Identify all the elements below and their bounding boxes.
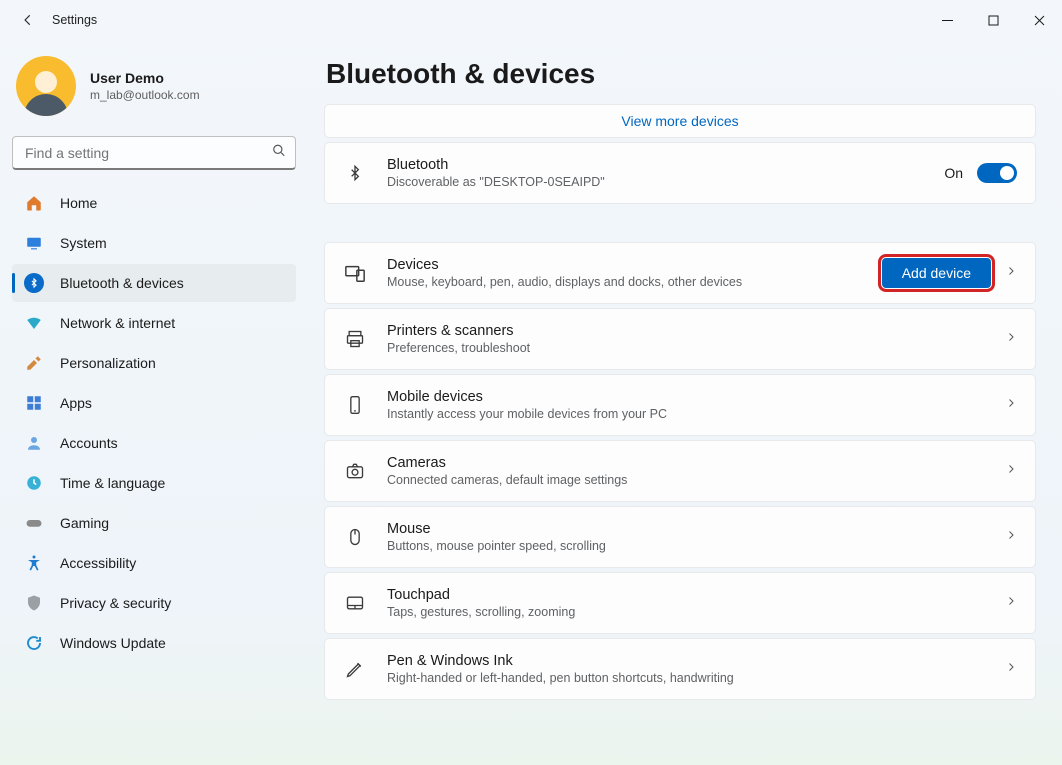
row-subtitle: Preferences, troubleshoot — [387, 341, 985, 355]
bluetooth-card: Bluetooth Discoverable as "DESKTOP-0SEAI… — [324, 142, 1036, 204]
sidebar-item-accounts[interactable]: Accounts — [12, 424, 296, 462]
row-title: Bluetooth — [387, 157, 924, 173]
bluetooth-icon — [24, 273, 44, 293]
chevron-right-icon — [1005, 330, 1017, 348]
pen-icon — [343, 657, 367, 681]
mouse-row[interactable]: Mouse Buttons, mouse pointer speed, scro… — [324, 506, 1036, 568]
sidebar-item-label: Time & language — [60, 475, 165, 491]
sidebar-item-accessibility[interactable]: Accessibility — [12, 544, 296, 582]
row-title: Pen & Windows Ink — [387, 653, 985, 669]
printer-icon — [343, 327, 367, 351]
touchpad-row[interactable]: Touchpad Taps, gestures, scrolling, zoom… — [324, 572, 1036, 634]
sidebar-item-label: Bluetooth & devices — [60, 275, 184, 291]
close-button[interactable] — [1016, 5, 1062, 35]
sidebar-item-system[interactable]: System — [12, 224, 296, 262]
row-title: Mouse — [387, 521, 985, 537]
row-subtitle: Discoverable as "DESKTOP-0SEAIPD" — [387, 175, 924, 189]
sidebar-item-label: Accounts — [60, 435, 118, 451]
home-icon — [24, 193, 44, 213]
row-subtitle: Mouse, keyboard, pen, audio, displays an… — [387, 275, 862, 289]
search — [12, 136, 296, 170]
sidebar-item-label: Privacy & security — [60, 595, 171, 611]
chevron-right-icon — [1005, 528, 1017, 546]
bluetooth-row-icon — [343, 161, 367, 185]
bluetooth-toggle[interactable] — [977, 163, 1017, 183]
profile-name: User Demo — [90, 70, 200, 86]
row-subtitle: Right-handed or left-handed, pen button … — [387, 671, 985, 685]
printers-row[interactable]: Printers & scanners Preferences, trouble… — [324, 308, 1036, 370]
phone-icon — [343, 393, 367, 417]
view-more-link[interactable]: View more devices — [325, 105, 1035, 137]
mobile-devices-row[interactable]: Mobile devices Instantly access your mob… — [324, 374, 1036, 436]
devices-icon — [343, 261, 367, 285]
sidebar-item-label: Home — [60, 195, 97, 211]
accounts-icon — [24, 433, 44, 453]
row-subtitle: Taps, gestures, scrolling, zooming — [387, 605, 985, 619]
avatar — [16, 56, 76, 116]
mouse-icon — [343, 525, 367, 549]
app-title: Settings — [52, 13, 97, 27]
search-input[interactable] — [12, 136, 296, 170]
sidebar-item-gaming[interactable]: Gaming — [12, 504, 296, 542]
clock-icon — [24, 473, 44, 493]
sidebar-item-label: Personalization — [60, 355, 156, 371]
maximize-button[interactable] — [970, 5, 1016, 35]
chevron-right-icon — [1005, 594, 1017, 612]
sidebar-item-label: Gaming — [60, 515, 109, 531]
row-title: Devices — [387, 257, 862, 273]
main: Bluetooth & devices View more devices Bl… — [308, 40, 1062, 765]
apps-icon — [24, 393, 44, 413]
system-icon — [24, 233, 44, 253]
chevron-right-icon — [1005, 396, 1017, 414]
accessibility-icon — [24, 553, 44, 573]
add-device-button[interactable]: Add device — [882, 258, 991, 288]
row-subtitle: Instantly access your mobile devices fro… — [387, 407, 985, 421]
sidebar-item-label: Accessibility — [60, 555, 136, 571]
nav: Home System Bluetooth & devices Network … — [12, 184, 296, 662]
pen-row[interactable]: Pen & Windows Ink Right-handed or left-h… — [324, 638, 1036, 700]
sidebar-item-home[interactable]: Home — [12, 184, 296, 222]
chevron-right-icon — [1005, 660, 1017, 678]
chevron-right-icon — [1005, 264, 1017, 282]
minimize-button[interactable] — [924, 5, 970, 35]
row-subtitle: Buttons, mouse pointer speed, scrolling — [387, 539, 985, 553]
row-title: Cameras — [387, 455, 985, 471]
camera-icon — [343, 459, 367, 483]
sidebar-item-network[interactable]: Network & internet — [12, 304, 296, 342]
sidebar-item-time-language[interactable]: Time & language — [12, 464, 296, 502]
sidebar-item-label: Apps — [60, 395, 92, 411]
chevron-right-icon — [1005, 462, 1017, 480]
view-more-card[interactable]: View more devices — [324, 104, 1036, 138]
profile[interactable]: User Demo m_lab@outlook.com — [12, 50, 296, 132]
row-title: Mobile devices — [387, 389, 985, 405]
sidebar: User Demo m_lab@outlook.com Home System — [0, 40, 308, 765]
sidebar-item-privacy[interactable]: Privacy & security — [12, 584, 296, 622]
gaming-icon — [24, 513, 44, 533]
row-subtitle: Connected cameras, default image setting… — [387, 473, 985, 487]
back-button[interactable] — [16, 8, 40, 32]
toggle-state-label: On — [944, 165, 963, 181]
paint-icon — [24, 353, 44, 373]
sidebar-item-personalization[interactable]: Personalization — [12, 344, 296, 382]
sidebar-item-apps[interactable]: Apps — [12, 384, 296, 422]
row-title: Touchpad — [387, 587, 985, 603]
devices-row[interactable]: Devices Mouse, keyboard, pen, audio, dis… — [324, 242, 1036, 304]
sidebar-item-label: Network & internet — [60, 315, 175, 331]
touchpad-icon — [343, 591, 367, 615]
content: View more devices Bluetooth Discoverable… — [324, 104, 1038, 765]
sidebar-item-bluetooth-devices[interactable]: Bluetooth & devices — [12, 264, 296, 302]
profile-email: m_lab@outlook.com — [90, 88, 200, 102]
update-icon — [24, 633, 44, 653]
sidebar-item-label: System — [60, 235, 107, 251]
cameras-row[interactable]: Cameras Connected cameras, default image… — [324, 440, 1036, 502]
page-title: Bluetooth & devices — [326, 58, 1038, 90]
wifi-icon — [24, 313, 44, 333]
row-title: Printers & scanners — [387, 323, 985, 339]
search-icon[interactable] — [272, 144, 286, 163]
sidebar-item-label: Windows Update — [60, 635, 166, 651]
sidebar-item-windows-update[interactable]: Windows Update — [12, 624, 296, 662]
titlebar: Settings — [0, 0, 1062, 40]
shield-icon — [24, 593, 44, 613]
